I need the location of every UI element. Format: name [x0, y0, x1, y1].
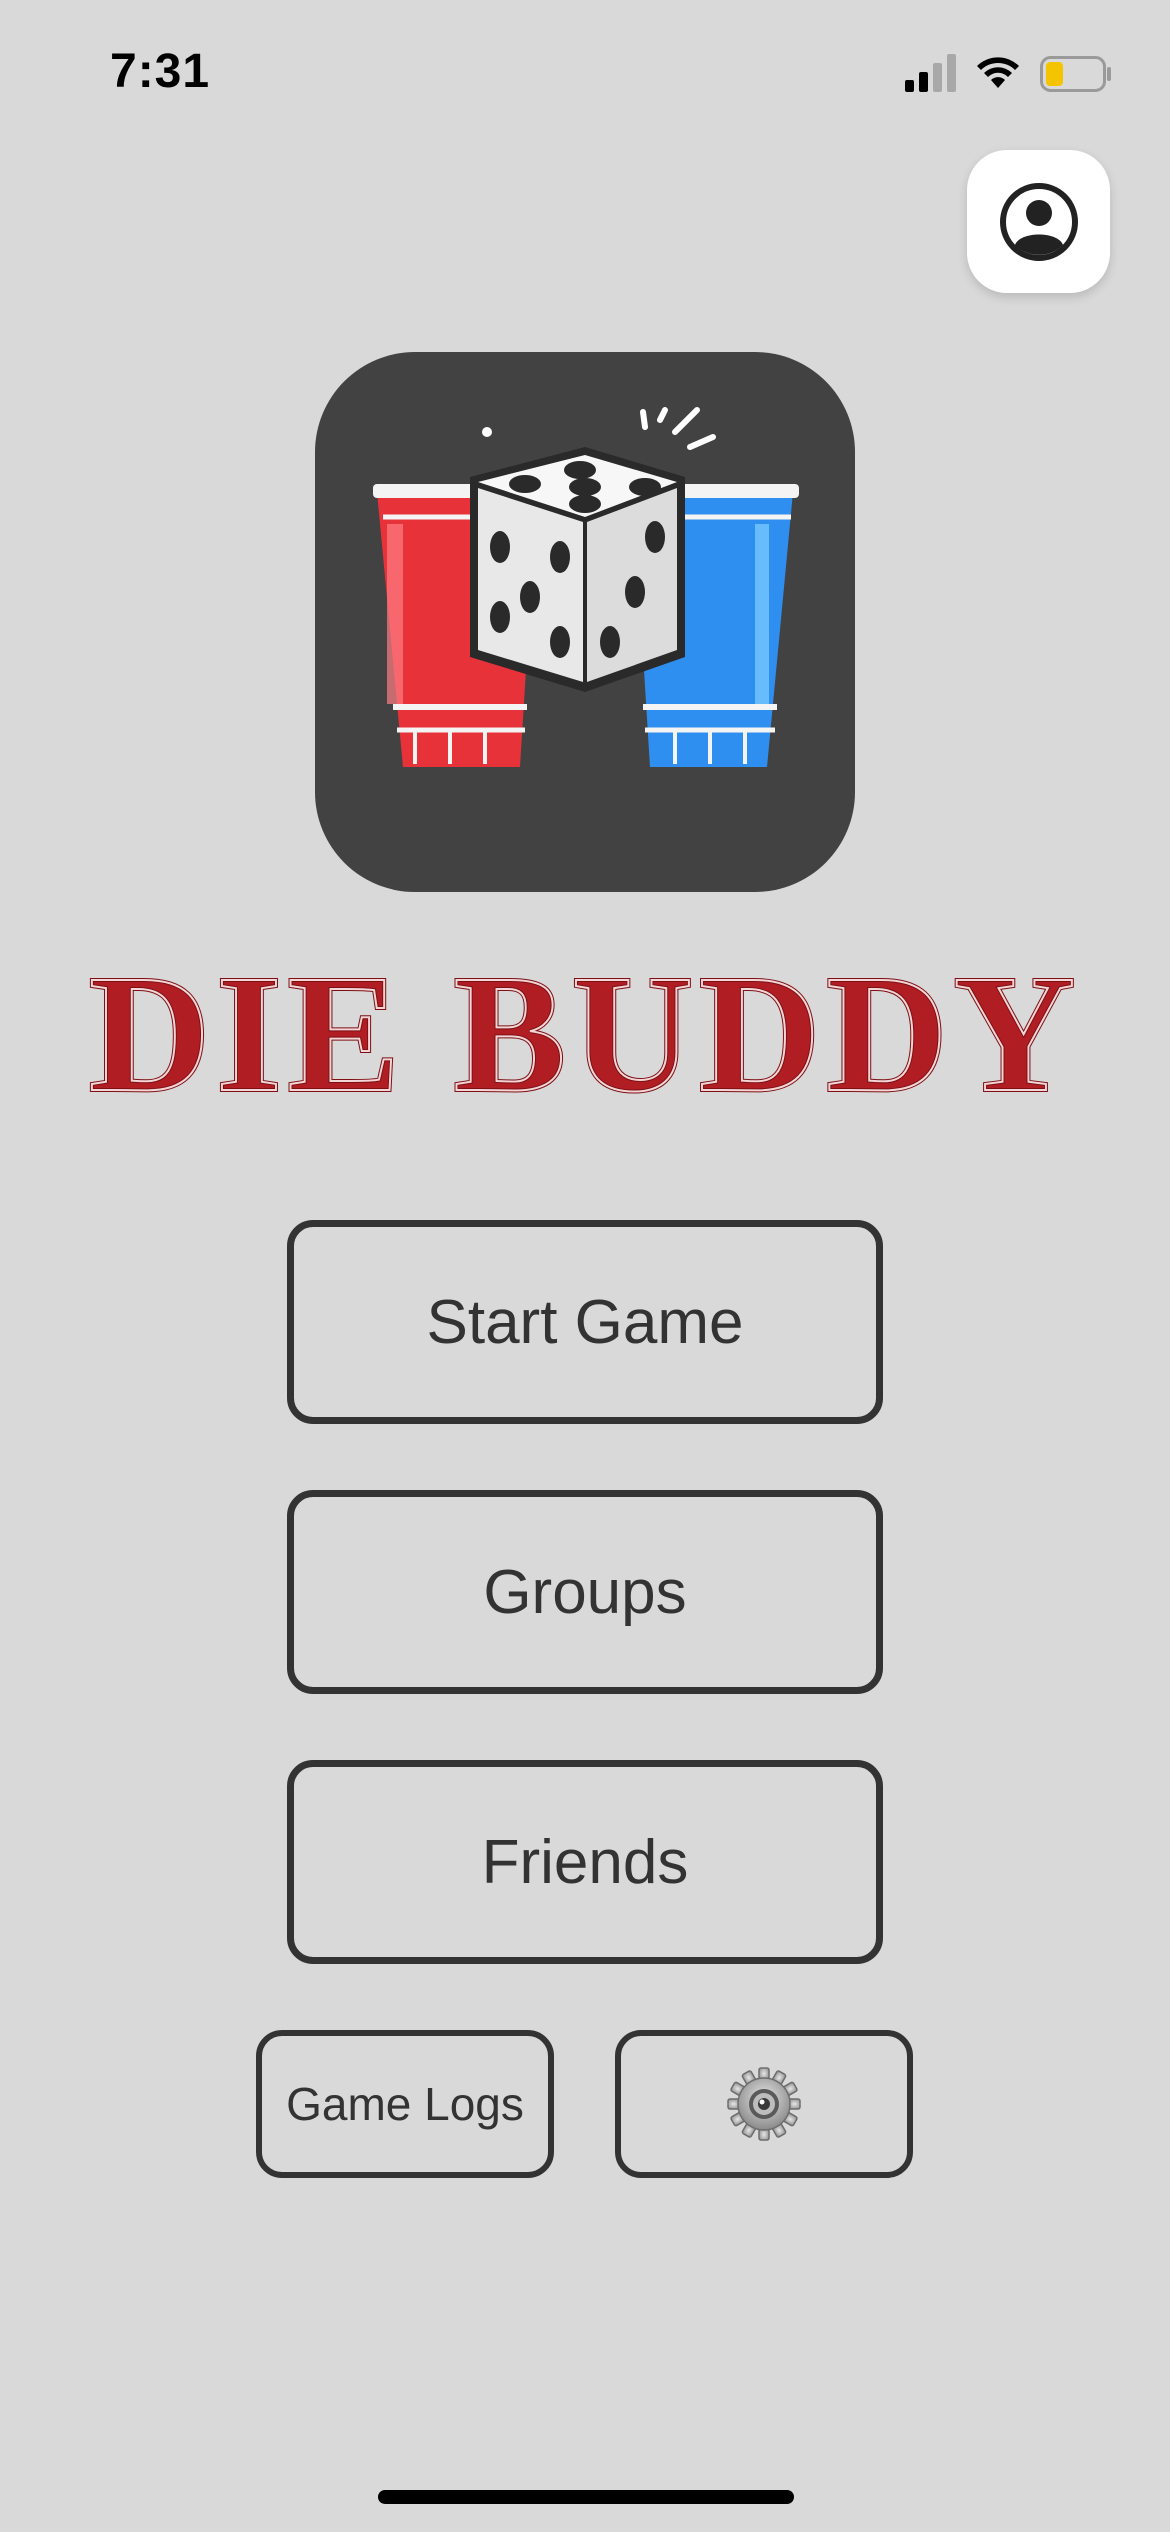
sparkle-dot-icon: [482, 427, 492, 437]
settings-button[interactable]: [615, 2030, 913, 2178]
groups-label: Groups: [483, 1557, 687, 1627]
game-logs-button[interactable]: Game Logs: [256, 2030, 554, 2178]
profile-button[interactable]: [967, 150, 1110, 293]
wifi-icon: [977, 57, 1019, 88]
start-game-button[interactable]: Start Game: [287, 1220, 883, 1424]
dice-cups-logo-image: [373, 407, 799, 767]
battery-icon: [1040, 56, 1111, 92]
friends-label: Friends: [481, 1827, 689, 1897]
app-title: DIE BUDDY DIE BUDDY: [0, 939, 1170, 1129]
dice-icon: [470, 447, 685, 692]
sparkle-icon: [640, 407, 716, 450]
status-time: 7:31: [110, 45, 211, 98]
status-bar: 7:31: [0, 0, 1170, 150]
game-logs-label: Game Logs: [286, 2078, 524, 2130]
groups-button[interactable]: Groups: [287, 1490, 883, 1694]
home-indicator[interactable]: [378, 2490, 794, 2504]
cellular-signal-icon: [905, 54, 956, 92]
friends-button[interactable]: Friends: [287, 1760, 883, 1964]
app-logo: [315, 352, 855, 892]
app-title-outline: DIE BUDDY: [89, 941, 1081, 1120]
gear-icon: [727, 2067, 801, 2141]
person-circle-icon: [999, 182, 1078, 261]
start-game-label: Start Game: [426, 1287, 744, 1357]
